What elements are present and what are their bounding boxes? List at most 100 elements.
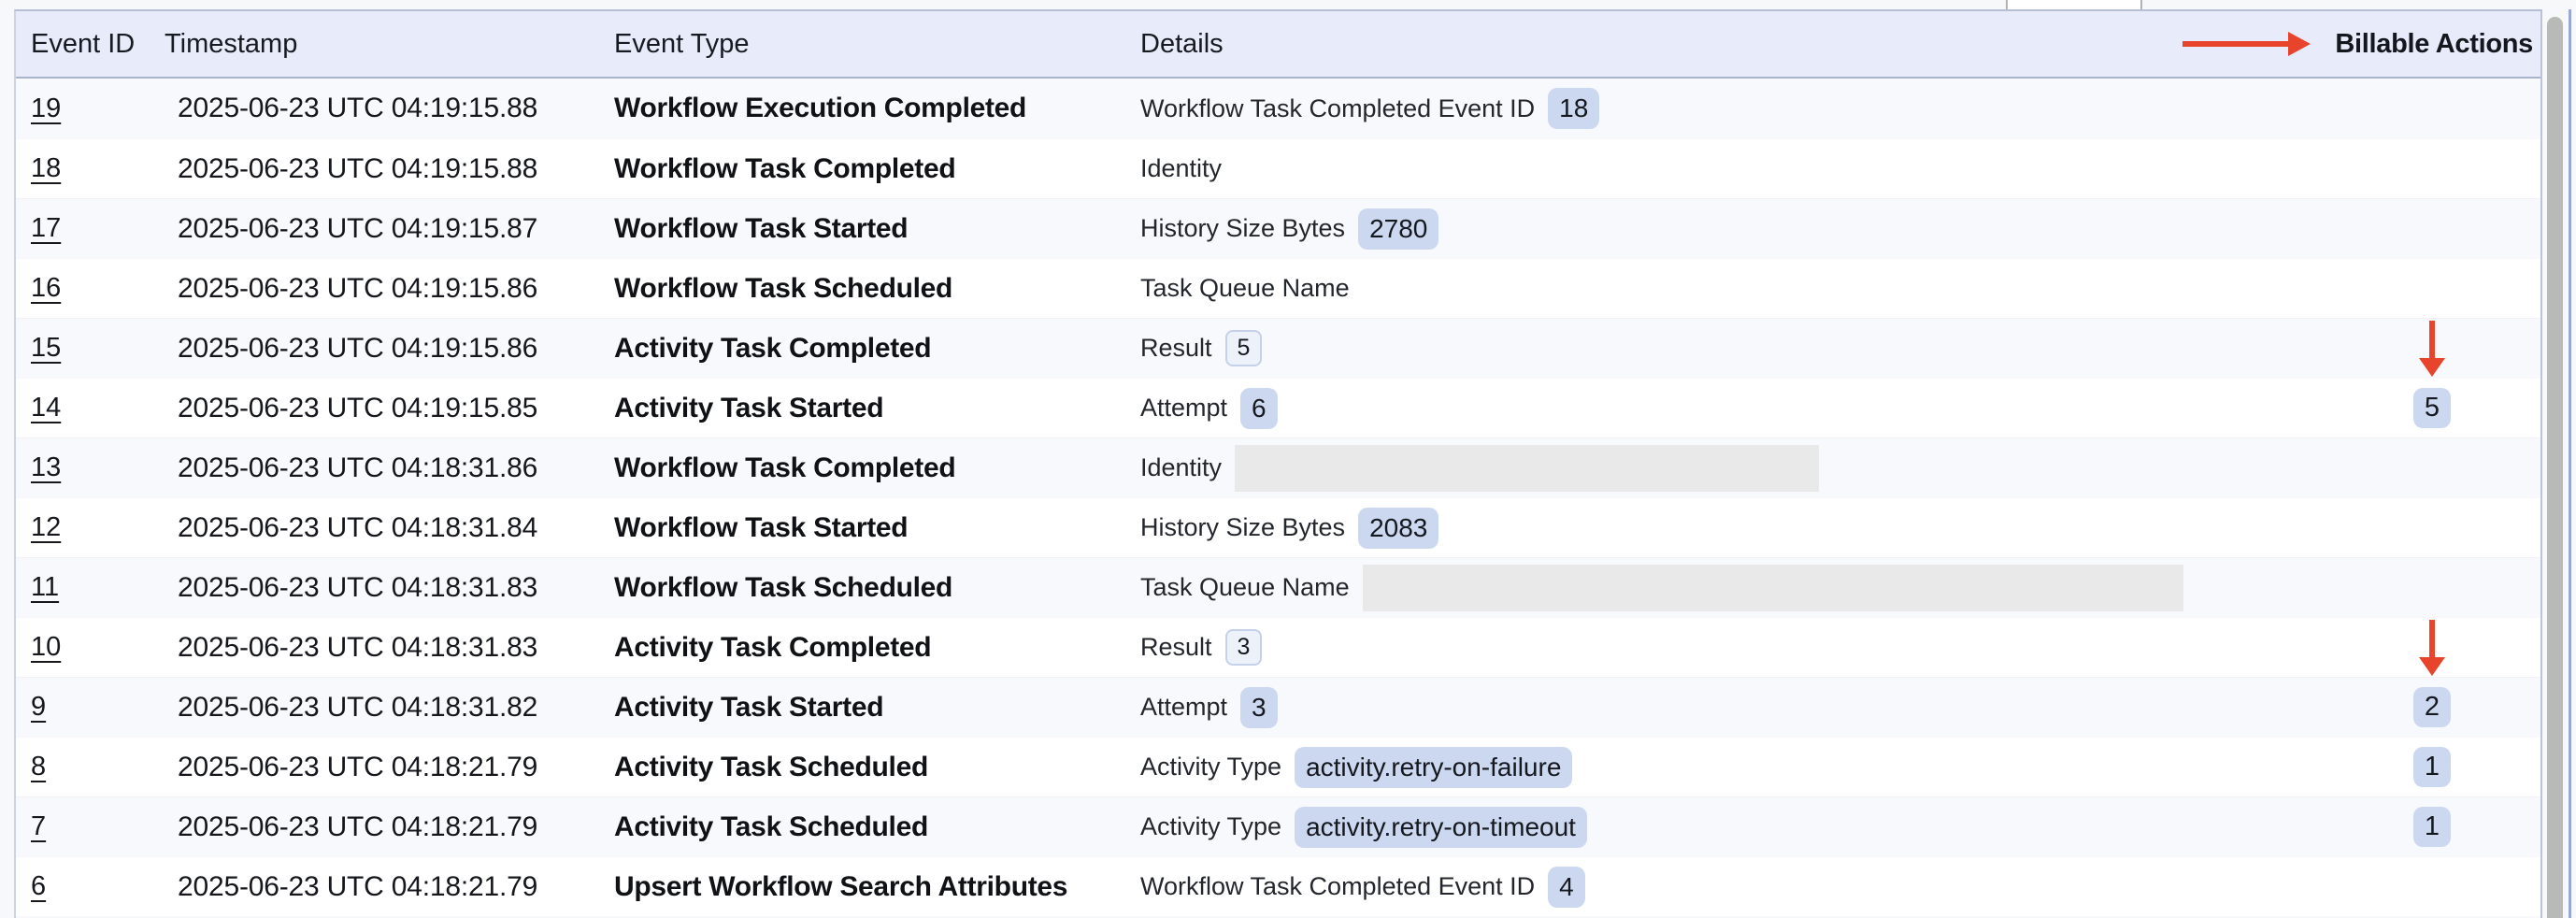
event-id-cell: 14 [16,393,165,423]
details-cell: Task Queue Name [1140,565,2297,611]
event-id-link[interactable]: 15 [31,333,61,363]
billable-actions-badge: 5 [2413,388,2451,428]
billable-actions-cell: 1 [2297,807,2540,847]
red-arrow-right-icon [2182,41,2288,47]
toolbar-edge-strip [0,0,2576,9]
event-type-text: Workflow Task Scheduled [614,572,952,603]
event-type-cell: Upsert Workflow Search Attributes [614,871,1140,903]
detail-label: Result [1140,633,1212,662]
details-cell: History Size Bytes 2780 [1140,208,2297,250]
event-type-text: Activity Task Completed [614,333,931,364]
event-type-text: Upsert Workflow Search Attributes [614,871,1067,902]
detail-label: Activity Type [1140,753,1281,782]
event-type-text: Activity Task Started [614,393,883,423]
detail-value-badge: 4 [1548,867,1585,908]
timestamp-text: 2025-06-23 UTC 04:18:21.79 [178,752,537,782]
scrollbar-thumb[interactable] [2547,17,2563,918]
timestamp-cell: 2025-06-23 UTC 04:19:15.86 [165,333,614,365]
event-type-text: Workflow Task Started [614,512,908,543]
event-id-link[interactable]: 6 [31,871,46,901]
event-id-link[interactable]: 14 [31,393,61,423]
event-history-table: Event ID Timestamp Event Type Details Bi… [14,9,2542,918]
event-id-link[interactable]: 17 [31,213,61,243]
timestamp-cell: 2025-06-23 UTC 04:19:15.85 [165,393,614,424]
toolbar-button-edge[interactable] [2006,0,2142,9]
event-id-cell: 19 [16,93,165,124]
event-history-panel: Event ID Timestamp Event Type Details Bi… [0,0,2576,918]
table-row: 15 2025-06-23 UTC 04:19:15.86Activity Tas… [16,318,2540,378]
col-header-event-type: Event Type [614,29,1140,60]
event-id-link[interactable]: 18 [31,153,61,183]
col-header-details: Details [1140,29,2182,60]
table-row: 11 2025-06-23 UTC 04:18:31.83Workflow Tas… [16,557,2540,617]
details-cell: Task Queue Name [1140,274,2297,303]
table-row: 162025-06-23 UTC 04:19:15.86Workflow Tas… [16,258,2540,318]
billable-actions-cell: 2 [2297,687,2540,727]
event-id-link[interactable]: 13 [31,452,61,482]
detail-label: Attempt [1140,394,1227,423]
timestamp-cell: 2025-06-23 UTC 04:18:21.79 [165,752,614,783]
details-cell: Identity [1140,445,2297,492]
billable-actions-badge: 2 [2413,687,2451,727]
detail-label: Task Queue Name [1140,274,1350,303]
detail-value-badge: activity.retry-on-timeout [1295,807,1587,848]
event-type-cell: Workflow Task Started [614,213,1140,245]
event-id-cell: 8 [16,752,165,782]
detail-label: Workflow Task Completed Event ID [1140,872,1535,901]
arrow-stem [2429,321,2435,358]
event-type-cell: Workflow Task Completed [614,452,1140,484]
event-id-link[interactable]: 9 [31,692,46,722]
detail-label: Identity [1140,154,1222,183]
event-id-link[interactable]: 19 [31,93,61,123]
event-id-cell: 6 [16,871,165,902]
event-id-link[interactable]: 12 [31,512,61,542]
billable-actions-cell [2297,321,2540,377]
redacted-value-block [1363,565,2183,611]
details-cell: Attempt6 [1140,388,2297,429]
event-id-link[interactable]: 11 [31,572,59,602]
timestamp-cell: 2025-06-23 UTC 04:18:31.84 [165,512,614,544]
event-type-cell: Workflow Task Completed [614,153,1140,185]
event-type-text: Workflow Execution Completed [614,93,1026,123]
detail-label: Workflow Task Completed Event ID [1140,94,1535,123]
detail-label: Activity Type [1140,812,1281,841]
table-row: 182025-06-23 UTC 04:19:15.88Workflow Tas… [16,138,2540,198]
event-type-cell: Workflow Execution Completed [614,93,1140,124]
red-arrow-down-icon [2419,321,2445,377]
arrow-head [2419,358,2445,377]
detail-value-badge: 2780 [1358,208,1438,250]
timestamp-text: 2025-06-23 UTC 04:18:31.84 [178,512,537,543]
table-header-row: Event ID Timestamp Event Type Details Bi… [16,11,2540,79]
event-id-link[interactable]: 10 [31,632,61,662]
timestamp-text: 2025-06-23 UTC 04:18:21.79 [178,811,537,842]
event-type-text: Workflow Task Completed [614,153,955,184]
event-id-link[interactable]: 8 [31,752,46,782]
redacted-value-block [1235,445,1819,492]
event-type-cell: Activity Task Started [614,393,1140,424]
table-row: 102025-06-23 UTC 04:18:31.83Activity Tas… [16,617,2540,677]
timestamp-cell: 2025-06-23 UTC 04:18:21.79 [165,871,614,903]
detail-label: History Size Bytes [1140,214,1345,243]
timestamp-cell: 2025-06-23 UTC 04:19:15.87 [165,213,614,245]
event-id-cell: 16 [16,273,165,304]
event-type-text: Activity Task Scheduled [614,752,928,782]
timestamp-text: 2025-06-23 UTC 04:19:15.86 [178,273,537,304]
event-id-link[interactable]: 16 [31,273,61,303]
detail-label: History Size Bytes [1140,513,1345,542]
detail-label: Identity [1140,453,1222,482]
red-arrow-down-icon [2419,620,2445,676]
event-type-cell: Activity Task Scheduled [614,811,1140,843]
detail-label: Attempt [1140,693,1227,722]
table-row: 92025-06-23 UTC 04:18:31.82Activity Task… [16,677,2540,737]
timestamp-cell: 2025-06-23 UTC 04:18:21.79 [165,811,614,843]
event-id-link[interactable]: 7 [31,811,46,841]
timestamp-text: 2025-06-23 UTC 04:19:15.87 [178,213,537,244]
event-id-cell: 15 [16,333,165,364]
col-header-billable-actions: Billable Actions [2182,29,2540,60]
event-type-cell: Activity Task Started [614,692,1140,724]
table-row: 12 2025-06-23 UTC 04:18:31.84 Workflow Tas… [16,497,2540,557]
billable-actions-cell [2297,620,2540,676]
timestamp-cell: 2025-06-23 UTC 04:19:15.88 [165,93,614,124]
timestamp-cell: 2025-06-23 UTC 04:18:31.83 [165,572,614,604]
billable-actions-cell: 1 [2297,747,2540,787]
